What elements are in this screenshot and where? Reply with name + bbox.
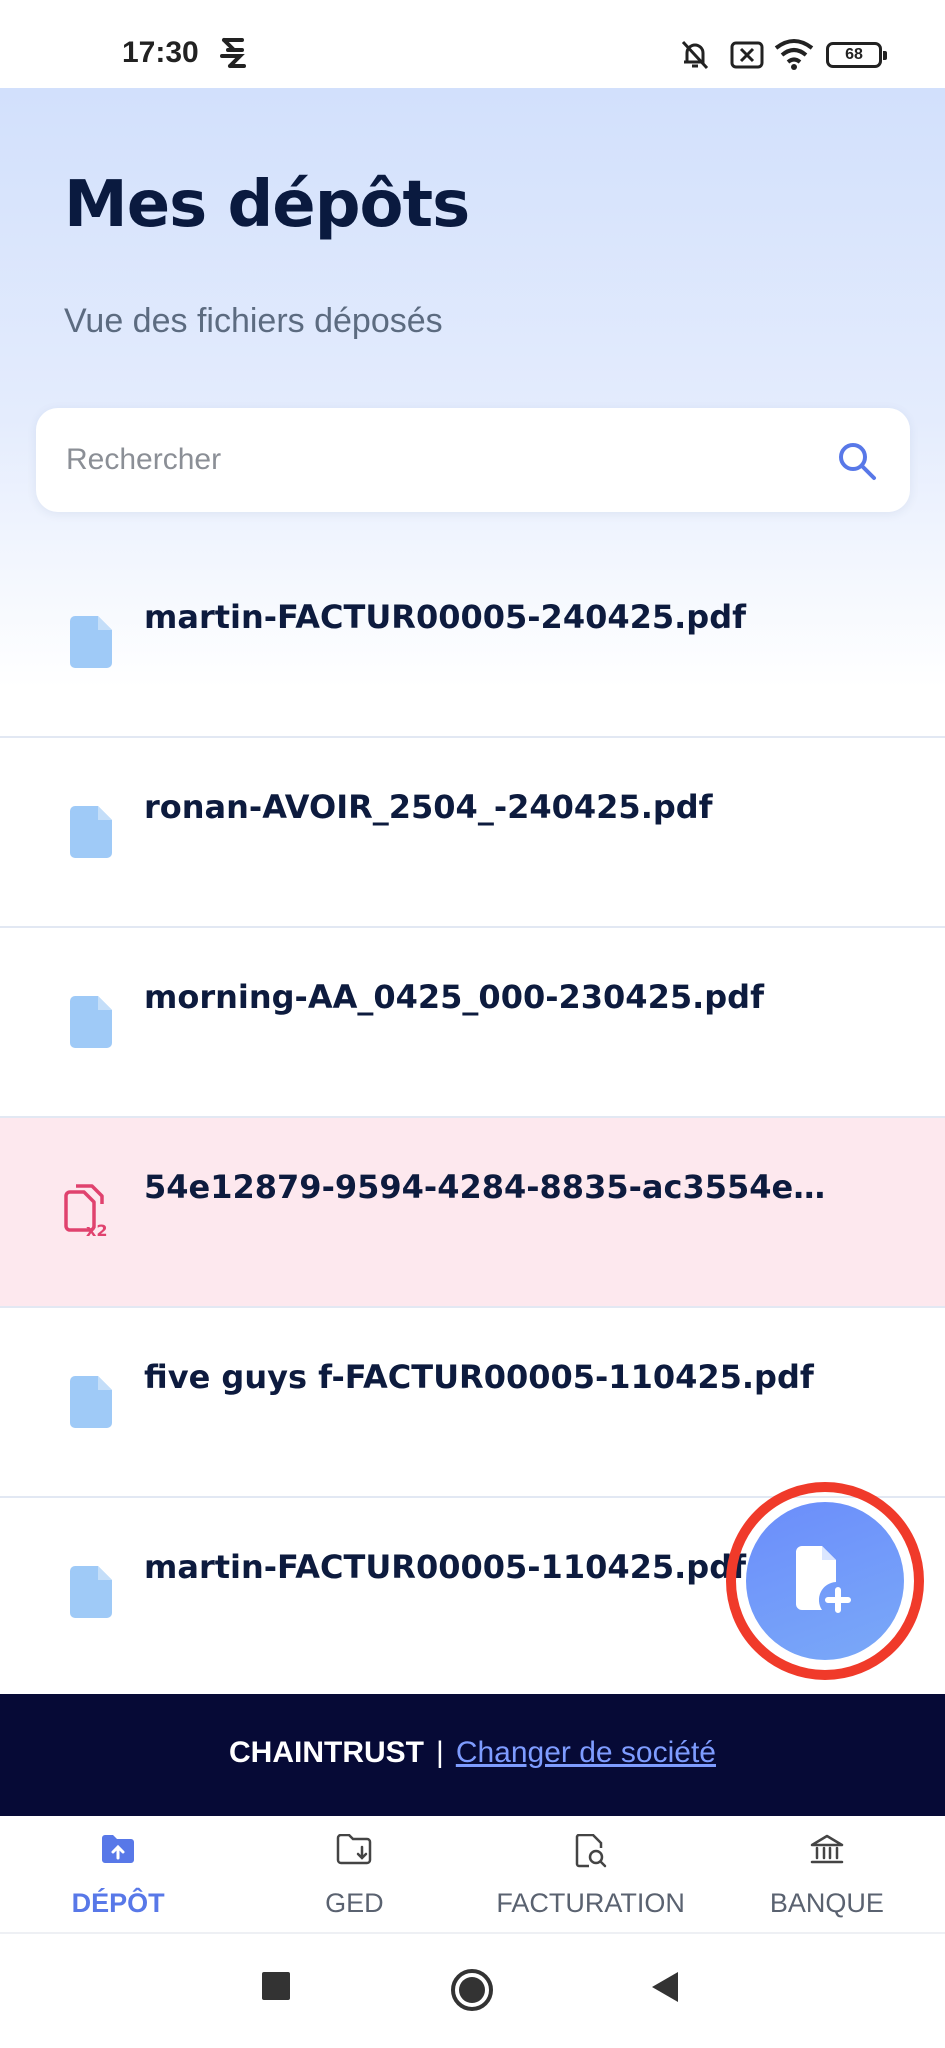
- signal-glyph-icon: [220, 38, 246, 68]
- file-icon: [70, 616, 112, 668]
- company-name: CHAINTRUST: [229, 1736, 425, 1769]
- tab-ged[interactable]: GED: [236, 1816, 472, 1932]
- list-item[interactable]: martin-FACTUR00005-240425.pdf: [0, 548, 945, 738]
- file-name: morning-AA_0425_000-230425.pdf: [144, 978, 764, 1016]
- sim-x-icon: [730, 41, 764, 69]
- recent-apps-button[interactable]: [262, 1972, 290, 2000]
- file-icon: [70, 1566, 112, 1618]
- search-box[interactable]: [36, 408, 910, 512]
- add-file-button[interactable]: [746, 1502, 904, 1660]
- file-name: five guys f-FACTUR00005-110425.pdf: [144, 1358, 814, 1396]
- tab-label: FACTURATION: [496, 1888, 685, 1918]
- duplicate-file-icon: x2: [64, 1184, 107, 1238]
- tab-depot[interactable]: DÉPÔT: [0, 1816, 236, 1932]
- company-bar: CHAINTRUST | Changer de société: [0, 1694, 945, 1816]
- folder-upload-icon: [102, 1835, 135, 1863]
- tab-label: DÉPÔT: [71, 1888, 165, 1918]
- back-button[interactable]: [650, 1970, 680, 2004]
- file-name: ronan-AVOIR_2504_-240425.pdf: [144, 788, 713, 826]
- battery-icon: 68: [826, 42, 887, 68]
- bell-muted-icon: [681, 40, 709, 70]
- bank-icon: [810, 1834, 844, 1864]
- system-nav: [0, 1934, 945, 2048]
- file-icon: [70, 996, 112, 1048]
- file-name: 54e12879-9594-4284-8835-ac3554e…: [144, 1168, 826, 1206]
- file-icon: [70, 1376, 112, 1428]
- folder-download-icon: [337, 1834, 372, 1865]
- page-subtitle: Vue des fichiers déposés: [64, 302, 443, 340]
- file-name: martin-FACTUR00005-240425.pdf: [144, 598, 747, 636]
- tab-facturation[interactable]: FACTURATION: [473, 1816, 709, 1932]
- wifi-icon: [774, 39, 814, 70]
- add-file-icon: [796, 1546, 851, 1613]
- tab-label: BANQUE: [769, 1888, 884, 1918]
- list-item[interactable]: five guys f-FACTUR00005-110425.pdf: [0, 1308, 945, 1498]
- list-item[interactable]: morning-AA_0425_000-230425.pdf: [0, 928, 945, 1118]
- search-input[interactable]: [66, 430, 806, 490]
- page-title: Mes dépôts: [64, 168, 470, 242]
- tab-banque[interactable]: BANQUE: [709, 1816, 945, 1932]
- file-icon: [70, 806, 112, 858]
- invoice-search-icon: [575, 1834, 606, 1868]
- bottom-nav: DÉPÔT GED FACTURATION BANQUE: [0, 1816, 945, 1934]
- company-separator: |: [436, 1736, 444, 1769]
- search-icon[interactable]: [836, 440, 878, 482]
- home-button[interactable]: [450, 1968, 494, 2012]
- tab-label: GED: [325, 1888, 384, 1918]
- change-company-link[interactable]: Changer de société: [456, 1736, 716, 1769]
- status-bar: 17:30 68: [0, 0, 945, 88]
- svg-text:x2: x2: [86, 1221, 107, 1238]
- list-item[interactable]: ronan-AVOIR_2504_-240425.pdf: [0, 738, 945, 928]
- status-time: 17:30: [122, 36, 199, 69]
- list-item-duplicate[interactable]: x2 54e12879-9594-4284-8835-ac3554e…: [0, 1118, 945, 1308]
